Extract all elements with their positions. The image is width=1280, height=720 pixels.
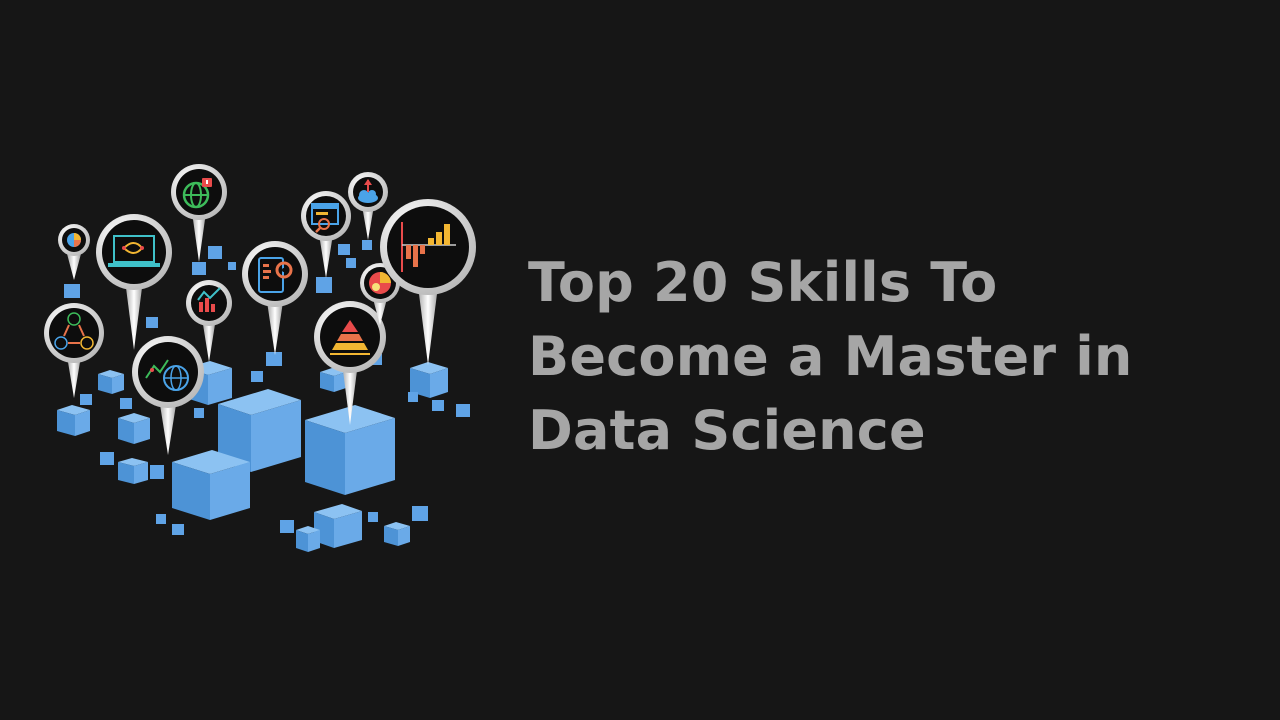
cloud-upload-icon (348, 172, 388, 240)
cube (118, 458, 148, 484)
cube (118, 413, 150, 444)
slide-title: Top 20 Skills To Become a Master in Data… (528, 246, 1228, 468)
cycle-abc-icon (44, 303, 104, 398)
cube (296, 526, 320, 552)
title-line-2: Become a Master in (528, 325, 1133, 388)
data-science-illustration (44, 164, 476, 552)
pie-chart-icon (58, 224, 90, 280)
laptop-flow-icon (96, 214, 172, 350)
slide: Top 20 Skills To Become a Master in Data… (0, 0, 1280, 720)
cube (314, 504, 362, 548)
cube (172, 450, 250, 520)
cube (384, 522, 410, 546)
cube (57, 405, 90, 436)
tablet-gear-icon (242, 241, 308, 355)
title-line-3: Data Science (528, 399, 926, 462)
title-line-1: Top 20 Skills To (528, 251, 998, 314)
browser-search-icon (301, 191, 351, 278)
cube (98, 370, 124, 394)
